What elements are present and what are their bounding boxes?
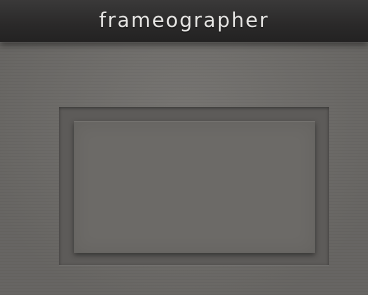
app-title: frameographer [98,8,270,32]
app-window: frameographer [0,0,368,295]
photo-frame-placeholder[interactable] [74,121,315,253]
title-bar: frameographer [0,0,368,42]
